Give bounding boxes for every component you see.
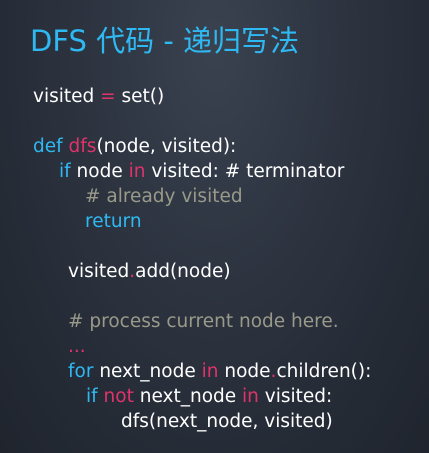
code-keyword: if bbox=[86, 386, 98, 407]
code-token: visited bbox=[68, 261, 130, 282]
code-line-8: ... bbox=[68, 336, 86, 358]
code-line-4: # already visited bbox=[85, 186, 243, 208]
code-token: (node, visited): bbox=[96, 136, 237, 157]
code-function-name: dfs bbox=[68, 136, 97, 157]
code-operator: = bbox=[100, 86, 116, 107]
slide: DFS 代码 - 递归写法 visited = set() def dfs(no… bbox=[0, 0, 429, 453]
code-token: children(): bbox=[276, 361, 372, 382]
code-line-10: if not next_node in visited: bbox=[86, 386, 332, 408]
code-line-11: dfs(next_node, visited) bbox=[121, 411, 333, 433]
slide-title: DFS 代码 - 递归写法 bbox=[30, 24, 300, 58]
code-line-7: # process current node here. bbox=[68, 311, 339, 333]
code-token: dfs(next_node, visited) bbox=[121, 411, 333, 432]
code-token: node bbox=[70, 161, 129, 182]
code-line-9: for next_node in node.children(): bbox=[68, 361, 371, 383]
code-keyword: if bbox=[59, 161, 71, 182]
code-comment: # already visited bbox=[85, 186, 243, 207]
code-keyword: return bbox=[85, 211, 142, 232]
code-line-2: def dfs(node, visited): bbox=[33, 136, 236, 158]
code-comment: # process current node here. bbox=[68, 311, 339, 332]
code-line-5: return bbox=[85, 211, 142, 233]
code-line-3: if node in visited: # terminator bbox=[59, 161, 344, 183]
code-keyword: for bbox=[68, 361, 94, 382]
code-ellipsis: ... bbox=[68, 336, 86, 357]
code-line-1: visited = set() bbox=[33, 86, 164, 108]
code-token: next_node bbox=[93, 361, 202, 382]
code-token: visited bbox=[33, 86, 101, 107]
code-token: set() bbox=[115, 86, 165, 107]
code-operator: not bbox=[103, 386, 134, 407]
code-token: add(node) bbox=[135, 261, 231, 282]
code-operator: in bbox=[128, 161, 146, 182]
code-keyword: def bbox=[33, 136, 63, 157]
code-token: visited: # terminator bbox=[145, 161, 345, 182]
code-line-6: visited.add(node) bbox=[68, 261, 231, 283]
code-token: node bbox=[218, 361, 271, 382]
code-operator: in bbox=[242, 386, 259, 407]
code-operator: in bbox=[201, 361, 219, 382]
code-token: next_node bbox=[133, 386, 243, 407]
code-token: visited: bbox=[258, 386, 333, 407]
